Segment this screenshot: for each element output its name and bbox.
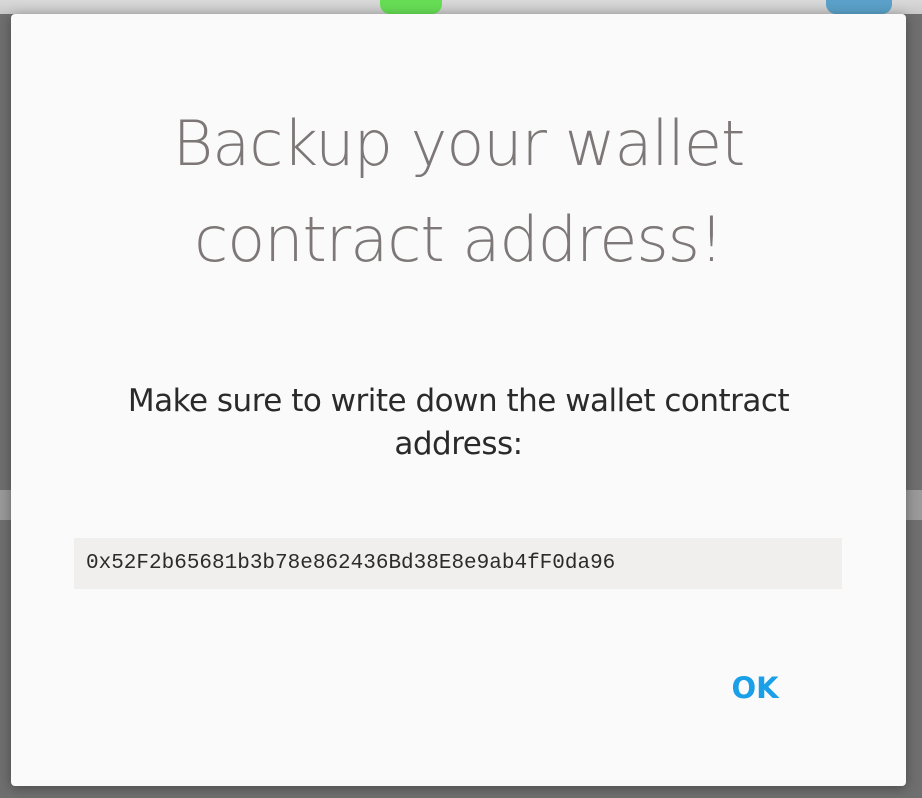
backup-dialog: Backup your wallet contract address! Mak… <box>11 14 906 786</box>
wallet-address-box[interactable]: 0x52F2b65681b3b78e862436Bd38E8e9ab4fF0da… <box>74 538 842 589</box>
dialog-title: Backup your wallet contract address! <box>11 96 906 288</box>
dialog-title-line-1: Backup your wallet <box>172 107 746 180</box>
dialog-title-line-2: contract address! <box>194 203 724 276</box>
wallet-address[interactable]: 0x52F2b65681b3b78e862436Bd38E8e9ab4fF0da… <box>86 552 615 575</box>
background-avatar-blue <box>826 0 892 14</box>
dialog-message: Make sure to write down the wallet contr… <box>127 383 790 462</box>
ok-button[interactable]: OK <box>711 662 799 714</box>
background-avatar-green <box>380 0 442 14</box>
